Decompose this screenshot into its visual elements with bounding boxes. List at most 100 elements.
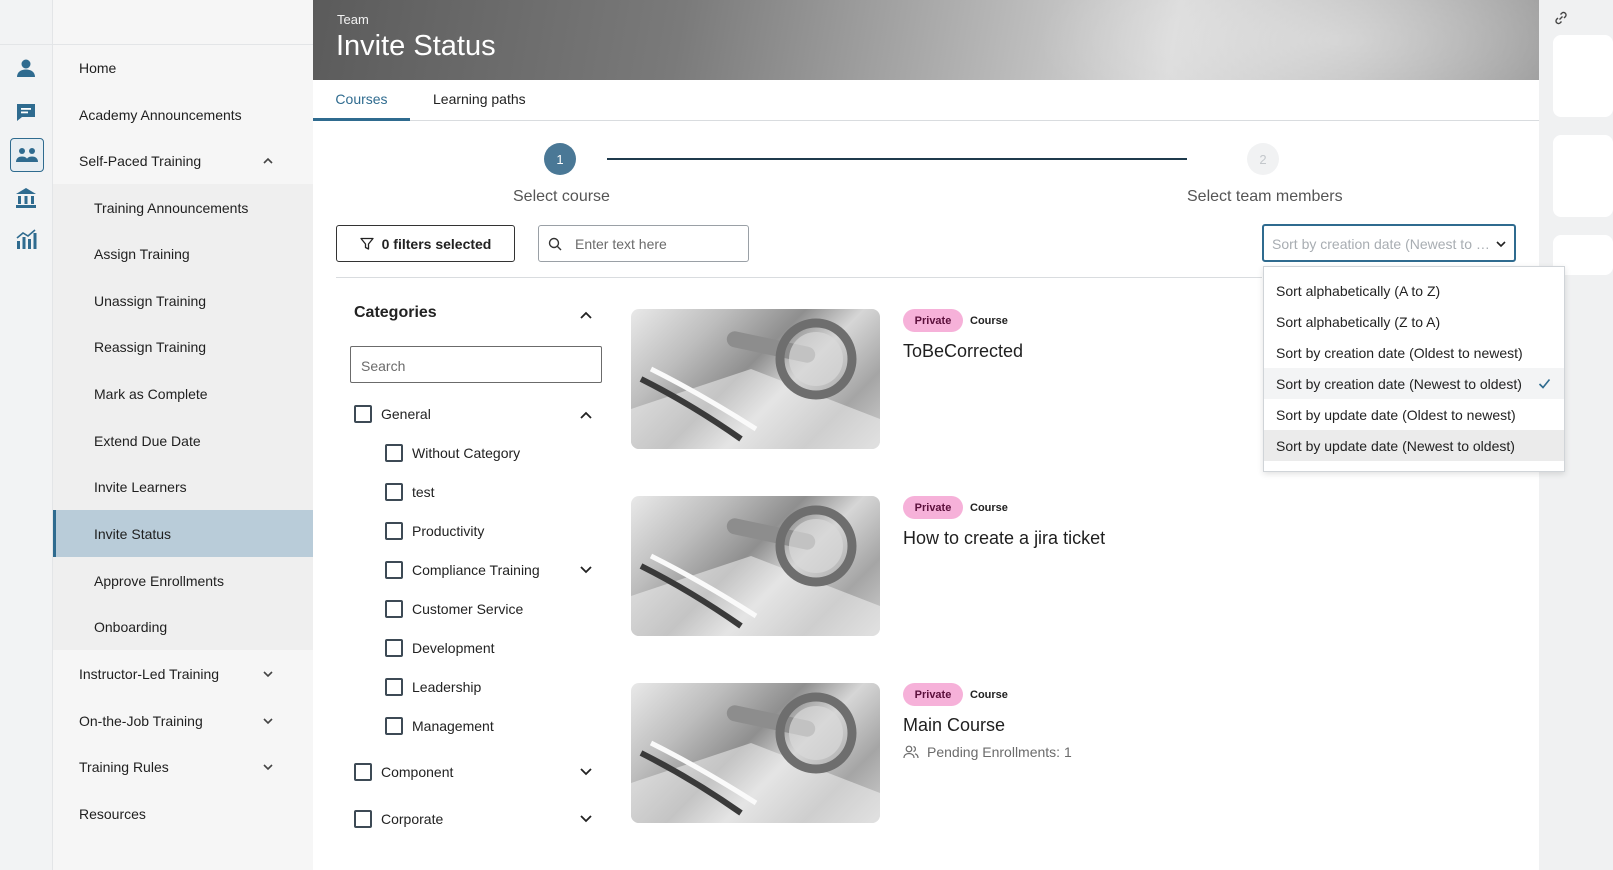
chevron-down-icon (261, 760, 275, 774)
private-badge: Private (903, 683, 963, 706)
course-title[interactable]: How to create a jira ticket (903, 528, 1105, 549)
checkbox[interactable] (354, 763, 372, 781)
course-search-input[interactable] (573, 233, 742, 255)
sidebar-item-label: On-the-Job Training (79, 712, 203, 729)
sidebar-item-academy-announcements[interactable]: Academy Announcements (53, 91, 313, 138)
sidebar-item-invite-status[interactable]: Invite Status (53, 510, 313, 557)
category-development[interactable]: Development (385, 637, 495, 659)
sidebar-item-training-announcements[interactable]: Training Announcements (53, 184, 313, 231)
category-without-category[interactable]: Without Category (385, 442, 520, 464)
sidebar-item-training-rules[interactable]: Training Rules (53, 743, 313, 790)
sidebar-item-home[interactable]: Home (53, 44, 313, 91)
sidebar-item-label: Invite Learners (94, 478, 187, 495)
institution-icon[interactable] (10, 182, 42, 214)
sidebar-header (53, 0, 313, 45)
course-title[interactable]: ToBeCorrected (903, 341, 1023, 362)
sort-select[interactable]: Sort by creation date (Newest to o... (1262, 224, 1516, 262)
sidebar-item-invite-learners[interactable]: Invite Learners (53, 463, 313, 510)
step-2-label: Select team members (1187, 188, 1343, 205)
sidebar-item-label: Extend Due Date (94, 432, 201, 449)
side-card (1553, 35, 1613, 117)
checkbox[interactable] (385, 483, 403, 501)
category-management[interactable]: Management (385, 715, 494, 737)
sidebar-item-label: Unassign Training (94, 292, 207, 309)
course-type-label: Course (970, 502, 1008, 514)
person-icon[interactable] (10, 52, 42, 84)
sidebar-item-mark-as-complete[interactable]: Mark as Complete (53, 370, 313, 417)
sort-option-updated-asc[interactable]: Sort by update date (Oldest to newest) (1264, 399, 1564, 430)
chevron-down-icon[interactable] (578, 562, 594, 578)
category-component[interactable]: Component (354, 761, 453, 783)
category-test[interactable]: test (385, 481, 435, 503)
private-badge: Private (903, 309, 963, 332)
filter-icon (359, 237, 374, 250)
category-label: Leadership (412, 679, 482, 695)
analytics-icon[interactable] (10, 224, 42, 256)
course-type-label: Course (970, 689, 1008, 701)
content-tabs: Courses Learning paths (313, 80, 1539, 121)
chat-icon[interactable] (10, 96, 42, 128)
sidebar-item-approve-enrollments[interactable]: Approve Enrollments (53, 557, 313, 604)
tab-courses[interactable]: Courses (313, 80, 410, 121)
sort-option-created-asc[interactable]: Sort by creation date (Oldest to newest) (1264, 337, 1564, 368)
categories-title: Categories (354, 304, 437, 321)
sidebar-item-resources[interactable]: Resources (53, 790, 313, 837)
checkbox[interactable] (354, 405, 372, 423)
checkbox[interactable] (385, 717, 403, 735)
sidebar-item-self-paced-training[interactable]: Self-Paced Training (53, 137, 313, 184)
category-customer-service[interactable]: Customer Service (385, 598, 523, 620)
checkmark-icon (1538, 378, 1551, 389)
checkbox[interactable] (354, 810, 372, 828)
checkbox[interactable] (385, 444, 403, 462)
sidebar-item-label: Mark as Complete (94, 385, 208, 402)
course-search (538, 225, 749, 262)
category-leadership[interactable]: Leadership (385, 676, 481, 698)
category-search-input[interactable] (359, 355, 593, 377)
course-thumbnail[interactable] (631, 496, 880, 636)
course-thumbnail[interactable] (631, 683, 880, 823)
rail-header (0, 0, 52, 45)
team-icon[interactable] (10, 138, 44, 172)
checkbox[interactable] (385, 639, 403, 657)
sidebar-item-instructor-led-training[interactable]: Instructor-Led Training (53, 650, 313, 697)
tab-learning-paths[interactable]: Learning paths (433, 80, 526, 118)
checkbox[interactable] (385, 678, 403, 696)
category-corporate[interactable]: Corporate (354, 808, 443, 830)
chevron-down-icon (261, 667, 275, 681)
chevron-up-icon (261, 154, 275, 168)
category-general[interactable]: General (354, 403, 431, 425)
chevron-up-icon[interactable] (578, 307, 594, 323)
step-1-label: Select course (513, 188, 610, 205)
sort-option-alpha-asc[interactable]: Sort alphabetically (A to Z) (1264, 275, 1564, 306)
sidebar-item-label: Instructor-Led Training (79, 665, 220, 682)
sort-option-created-desc[interactable]: Sort by creation date (Newest to oldest) (1264, 368, 1564, 399)
link-icon[interactable] (1553, 10, 1569, 26)
sidebar-item-label: Training Announcements (94, 199, 249, 216)
category-label: Component (381, 764, 454, 780)
sort-option-alpha-desc[interactable]: Sort alphabetically (Z to A) (1264, 306, 1564, 337)
sidebar-item-on-the-job-training[interactable]: On-the-Job Training (53, 697, 313, 744)
sidebar-item-unassign-training[interactable]: Unassign Training (53, 277, 313, 324)
sidebar-item-reassign-training[interactable]: Reassign Training (53, 323, 313, 370)
sidebar-item-label: Approve Enrollments (94, 572, 224, 589)
category-search (350, 346, 602, 383)
sidebar-item-label: Resources (79, 805, 146, 822)
course-thumbnail[interactable] (631, 309, 880, 449)
sidebar-item-assign-training[interactable]: Assign Training (53, 230, 313, 277)
checkbox[interactable] (385, 522, 403, 540)
filters-label: 0 filters selected (381, 235, 492, 252)
chevron-down-icon[interactable] (578, 811, 594, 827)
sidebar-item-extend-due-date[interactable]: Extend Due Date (53, 417, 313, 464)
checkbox[interactable] (385, 600, 403, 618)
chevron-up-icon[interactable] (578, 407, 594, 423)
banner-decoration (1033, 0, 1539, 80)
filters-button[interactable]: 0 filters selected (336, 225, 515, 262)
chevron-down-icon[interactable] (578, 764, 594, 780)
course-title[interactable]: Main Course (903, 715, 1005, 736)
checkbox[interactable] (385, 561, 403, 579)
sort-option-updated-desc[interactable]: Sort by update date (Newest to oldest) (1264, 430, 1564, 461)
side-card (1553, 135, 1613, 217)
sidebar-item-onboarding[interactable]: Onboarding (53, 603, 313, 650)
category-compliance-training[interactable]: Compliance Training (385, 559, 540, 581)
category-productivity[interactable]: Productivity (385, 520, 484, 542)
